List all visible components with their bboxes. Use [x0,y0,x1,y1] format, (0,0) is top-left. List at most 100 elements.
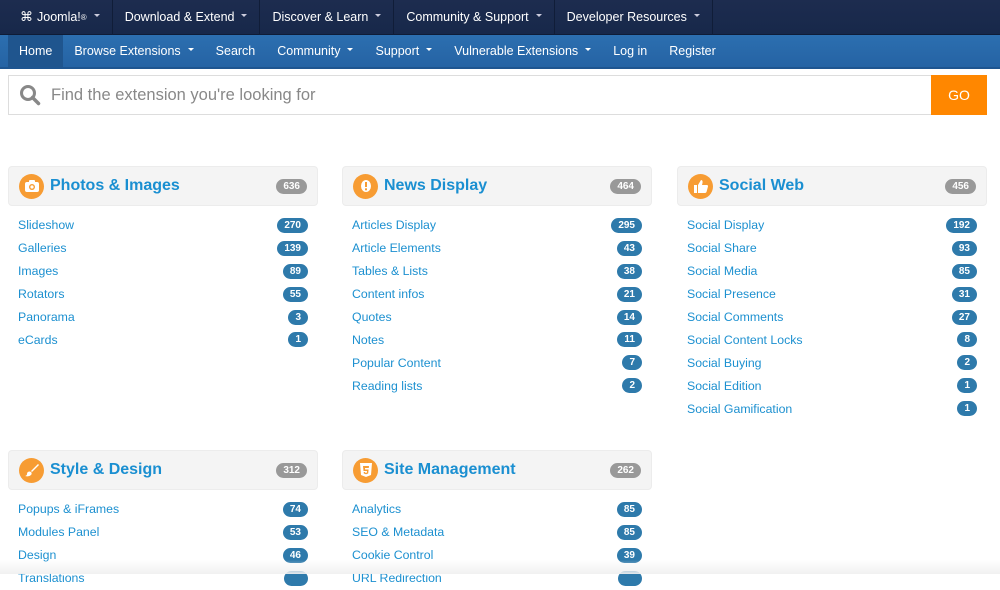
count-badge: 270 [277,217,308,233]
list-item[interactable]: SEO & Metadata 85 [352,521,642,544]
list-item[interactable]: eCards 1 [18,328,308,351]
list-item[interactable]: Article Elements 43 [352,237,642,260]
nav-register[interactable]: Register [658,35,727,67]
category-header[interactable]: News Display 464 [342,166,652,206]
category-title[interactable]: News Display [384,177,610,195]
list-item[interactable]: Content infos 21 [352,283,642,306]
subcategory-link[interactable]: Articles Display [352,218,436,232]
caret-down-icon [585,47,592,51]
subcategory-link[interactable]: Modules Panel [18,525,99,539]
subcategory-link[interactable]: Social Presence [687,287,776,301]
subcategory-link[interactable]: Social Share [687,241,757,255]
caret-down-icon [693,13,700,17]
list-item[interactable]: Social Comments 27 [687,306,977,329]
topbar-download-extend[interactable]: Download & Extend [113,0,261,35]
list-item[interactable]: Popular Content 7 [352,351,642,374]
subcategory-link[interactable]: Popular Content [352,356,441,370]
subcategory-link[interactable]: Social Edition [687,379,762,393]
caret-down-icon [93,13,100,17]
list-item[interactable]: Social Share 93 [687,237,977,260]
subcategory-link[interactable]: Tables & Lists [352,264,428,278]
subcategory-link[interactable]: Panorama [18,310,75,324]
subcategory-link[interactable]: Social Content Locks [687,333,803,347]
nav-search[interactable]: Search [205,35,267,67]
list-item[interactable]: Reading lists 2 [352,374,642,397]
search-icon [9,84,51,106]
list-item[interactable]: Social Buying 2 [687,351,977,374]
subcategory-link[interactable]: Reading lists [352,379,422,393]
topbar-community-support[interactable]: Community & Support [394,0,555,35]
topbar-item-label: Download & Extend [124,10,235,24]
nav-support[interactable]: Support [364,35,443,67]
count-badge: 295 [611,217,642,233]
list-item[interactable]: Modules Panel 53 [18,521,308,544]
thumbs-up-icon [688,173,713,199]
category-header[interactable]: Style & Design 312 [8,450,318,490]
list-item[interactable]: Popups & iFrames 74 [18,498,308,521]
list-item[interactable]: Social Display 192 [687,214,977,237]
category-title[interactable]: Site Management [384,461,610,479]
count-badge: 2 [622,378,642,394]
subcategory-link[interactable]: Social Media [687,264,757,278]
list-item[interactable]: Tables & Lists 38 [352,260,642,283]
nav-log-in[interactable]: Log in [602,35,658,67]
list-item[interactable]: Galleries 139 [18,237,308,260]
subcategory-link[interactable]: eCards [18,333,58,347]
subcategory-link[interactable]: Social Buying [687,356,762,370]
subcategory-link[interactable]: Social Gamification [687,402,792,416]
nav-vulnerable-extensions[interactable]: Vulnerable Extensions [443,35,602,67]
count-badge: 14 [616,309,642,325]
nav-home[interactable]: Home [8,35,64,67]
caret-down-icon [241,13,248,17]
category-title[interactable]: Photos & Images [50,177,276,195]
list-item[interactable]: Social Media 85 [687,260,977,283]
search-input[interactable] [51,85,931,105]
subcategory-link[interactable]: Social Comments [687,310,783,324]
go-button[interactable]: GO [931,75,987,115]
subcategory-link[interactable]: Article Elements [352,241,441,255]
list-item[interactable]: Social Presence 31 [687,283,977,306]
list-item[interactable]: Rotators 55 [18,283,308,306]
subcategory-link[interactable]: Galleries [18,241,67,255]
subcategory-link[interactable]: Slideshow [18,218,74,232]
subcategory-link[interactable]: Quotes [352,310,392,324]
list-item[interactable]: Analytics 85 [352,498,642,521]
subcategory-link[interactable]: Popups & iFrames [18,502,119,516]
subcategory-list: Social Display 192 Social Share 93 Social … [677,214,987,420]
list-item[interactable]: Notes 11 [352,328,642,351]
topbar-joomla-menu[interactable]: ⌘ Joomla! ® [8,0,113,35]
nav-item-label: Community [277,44,341,58]
list-item[interactable]: Panorama 3 [18,306,308,329]
subcategory-link[interactable]: Social Display [687,218,764,232]
subcategory-link[interactable]: Rotators [18,287,64,301]
category-total-badge: 312 [276,462,307,478]
subcategory-link[interactable]: Content infos [352,287,424,301]
category-header[interactable]: Site Management 262 [342,450,652,490]
subcategory-link[interactable]: Notes [352,333,384,347]
subcategory-list: Slideshow 270 Galleries 139 Images 89 Rotat… [8,214,318,351]
count-badge: 55 [282,286,308,302]
topbar-developer-resources[interactable]: Developer Resources [555,0,713,35]
list-item[interactable]: Slideshow 270 [18,214,308,237]
category-title[interactable]: Style & Design [50,461,276,479]
subcategory-link[interactable]: Analytics [352,502,401,516]
list-item[interactable]: Social Edition 1 [687,374,977,397]
count-badge: 8 [957,332,977,348]
nav-community[interactable]: Community [266,35,364,67]
category-card-social-web: Social Web 456 Social Display 192 Social … [677,166,987,420]
category-header[interactable]: Photos & Images 636 [8,166,318,206]
subcategory-link[interactable]: SEO & Metadata [352,525,444,539]
exclamation-icon [353,173,378,199]
category-title[interactable]: Social Web [719,177,945,195]
list-item[interactable]: Articles Display 295 [352,214,642,237]
topbar-item-label: Joomla! [37,10,81,24]
list-item[interactable]: Quotes 14 [352,306,642,329]
category-header[interactable]: Social Web 456 [677,166,987,206]
list-item[interactable]: Social Content Locks 8 [687,328,977,351]
nav-browse-extensions[interactable]: Browse Extensions [63,35,204,67]
topbar-discover-learn[interactable]: Discover & Learn [260,0,395,35]
main-nav: Home Browse Extensions Search Community … [0,35,1000,69]
list-item[interactable]: Images 89 [18,260,308,283]
list-item[interactable]: Social Gamification 1 [687,397,977,420]
subcategory-link[interactable]: Images [18,264,58,278]
